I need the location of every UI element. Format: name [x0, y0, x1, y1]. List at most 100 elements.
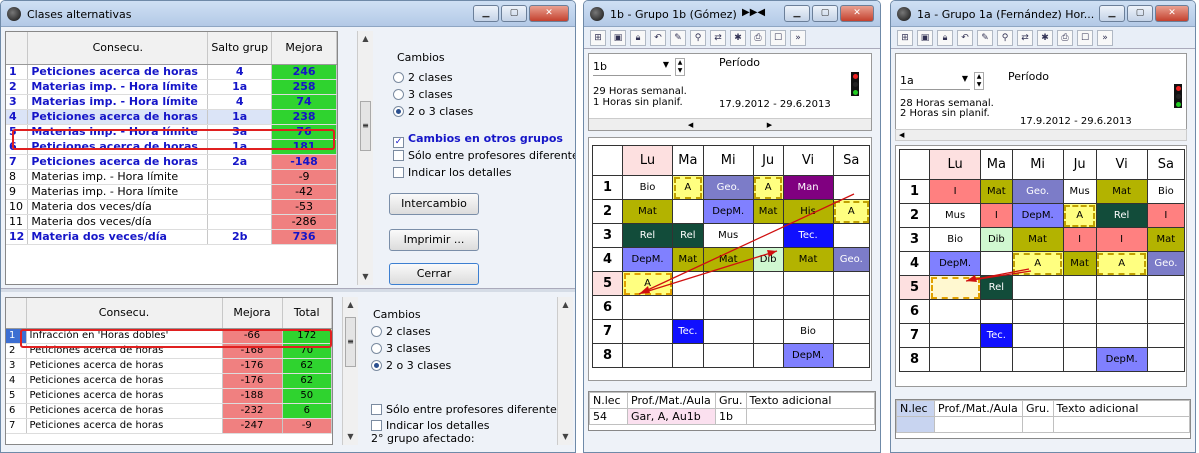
- bottom-list-scrollbar[interactable]: ▲ ≡ ▼: [342, 297, 358, 445]
- lesson-cell[interactable]: [621, 343, 674, 368]
- radio-3-clases-2[interactable]: 3 clases: [371, 342, 431, 355]
- swap-icon[interactable]: ⇄: [710, 29, 726, 46]
- lesson-cell[interactable]: I: [980, 203, 1013, 228]
- chk-solo-profesores-2[interactable]: Sólo entre profesores diferentes: [371, 403, 562, 416]
- lesson-cell[interactable]: [832, 175, 871, 200]
- splitter[interactable]: [1, 288, 575, 292]
- lesson-cell[interactable]: [621, 319, 674, 344]
- lesson-cell[interactable]: [832, 271, 871, 296]
- lesson-cell[interactable]: Geo.: [832, 247, 871, 272]
- swap-icon[interactable]: ⇄: [1017, 29, 1033, 46]
- lesson-cell[interactable]: DepM.: [1095, 347, 1148, 372]
- day-header[interactable]: Mi: [1011, 149, 1064, 180]
- lesson-cell[interactable]: Bio: [782, 319, 834, 344]
- lesson-cell[interactable]: [1095, 323, 1148, 348]
- lesson-cell[interactable]: Mat: [1062, 251, 1097, 276]
- intercambio-button[interactable]: Intercambio: [389, 193, 479, 215]
- lesson-cell[interactable]: [928, 275, 982, 300]
- lesson-cell[interactable]: Geo.: [1146, 251, 1186, 276]
- minimize-button[interactable]: ▁: [1099, 5, 1125, 22]
- day-header[interactable]: Ma: [672, 145, 704, 176]
- lesson-cell[interactable]: [782, 295, 834, 320]
- day-header[interactable]: Vi: [1095, 149, 1148, 180]
- table-row[interactable]: 6 Peticiones acerca de horas -232 6: [6, 403, 332, 419]
- lesson-cell[interactable]: DepM.: [782, 343, 834, 368]
- lesson-cell[interactable]: Mat: [782, 247, 834, 272]
- more-icon[interactable]: »: [1097, 29, 1113, 46]
- table-row[interactable]: 3 Peticiones acerca de horas -176 62: [6, 358, 332, 374]
- table-row[interactable]: 4 Peticiones acerca de horas 1a 238: [6, 109, 337, 125]
- lesson-cell[interactable]: [752, 271, 784, 296]
- grid-icon[interactable]: ⊞: [590, 29, 606, 46]
- lesson-cell[interactable]: His: [782, 199, 834, 224]
- table-row[interactable]: 1 Peticiones acerca de horas 4 246: [6, 64, 337, 80]
- lesson-cell[interactable]: I: [928, 179, 982, 204]
- minimize-button[interactable]: ▁: [473, 5, 499, 22]
- lesson-cell[interactable]: A: [1011, 251, 1064, 276]
- radio-2o3-clases[interactable]: 2 o 3 clases: [393, 105, 473, 118]
- lesson-cell[interactable]: [1062, 347, 1097, 372]
- minimize-button[interactable]: ▁: [784, 5, 810, 22]
- radio-2-clases[interactable]: 2 clases: [393, 71, 453, 84]
- lesson-cell[interactable]: [702, 343, 754, 368]
- lesson-cell[interactable]: [1011, 347, 1064, 372]
- chk-indicar-detalles[interactable]: Indicar los detalles: [393, 166, 512, 179]
- cerrar-button[interactable]: Cerrar: [389, 263, 479, 285]
- lesson-cell[interactable]: Mat: [621, 199, 674, 224]
- table-row[interactable]: 12 Materia dos veces/día 2b 736: [6, 229, 337, 245]
- lesson-cell[interactable]: Rel: [621, 223, 674, 248]
- day-header[interactable]: Sa: [1146, 149, 1186, 180]
- print-icon[interactable]: ⎙: [1057, 29, 1073, 46]
- lesson-cell[interactable]: [702, 319, 754, 344]
- lesson-number[interactable]: [896, 416, 935, 433]
- lesson-cell[interactable]: A: [1062, 203, 1097, 228]
- lesson-cell[interactable]: Mat: [752, 199, 784, 224]
- lesson-prof[interactable]: Gar, A, Au1b: [627, 408, 716, 425]
- table-row[interactable]: 7 Peticiones acerca de horas -247 -9: [6, 418, 332, 434]
- settings-icon[interactable]: ✱: [1037, 29, 1053, 46]
- lesson-cell[interactable]: [1146, 275, 1186, 300]
- lesson-cell[interactable]: [832, 319, 871, 344]
- lesson-cell[interactable]: Rel: [672, 223, 704, 248]
- col-mejora[interactable]: Mejora: [222, 298, 283, 329]
- lesson-group[interactable]: [1022, 416, 1054, 433]
- lesson-cell[interactable]: [1146, 299, 1186, 324]
- header-scrollbar[interactable]: ◀: [895, 129, 1187, 141]
- lesson-cell[interactable]: [832, 295, 871, 320]
- save-icon[interactable]: ▣: [610, 29, 626, 46]
- day-header[interactable]: Ma: [980, 149, 1013, 180]
- close-window-button[interactable]: ✕: [529, 5, 569, 22]
- preview-icon[interactable]: ☐: [770, 29, 786, 46]
- lesson-cell[interactable]: I: [1062, 227, 1097, 252]
- lesson-cell[interactable]: Bio: [928, 227, 982, 252]
- lesson-cell[interactable]: DepM.: [928, 251, 982, 276]
- lesson-cell[interactable]: [1062, 323, 1097, 348]
- lesson-cell[interactable]: Geo.: [702, 175, 754, 200]
- lesson-cell[interactable]: Tec.: [980, 323, 1013, 348]
- lesson-number[interactable]: 54: [589, 408, 628, 425]
- lesson-cell[interactable]: [672, 271, 704, 296]
- top-list-scrollbar[interactable]: ▲ ≡ ▼: [357, 31, 373, 285]
- table-row[interactable]: 2 Materias imp. - Hora límite 1a 258: [6, 79, 337, 95]
- day-header[interactable]: Mi: [702, 145, 754, 176]
- lesson-group[interactable]: 1b: [715, 408, 747, 425]
- grid-icon[interactable]: ⊞: [897, 29, 913, 46]
- day-header[interactable]: Sa: [832, 145, 871, 176]
- chk-cambios-otros-grupos[interactable]: ✓ Cambios en otros grupos: [393, 132, 563, 148]
- day-header[interactable]: Vi: [782, 145, 834, 176]
- lesson-cell[interactable]: [702, 295, 754, 320]
- lesson-cell[interactable]: [1095, 275, 1148, 300]
- lesson-text[interactable]: [1052, 416, 1191, 433]
- col-mejora[interactable]: Mejora: [271, 32, 337, 65]
- lesson-cell[interactable]: Rel: [1095, 203, 1148, 228]
- lesson-cell[interactable]: Tec.: [672, 319, 704, 344]
- lesson-cell[interactable]: [672, 295, 704, 320]
- lesson-cell[interactable]: A: [1095, 251, 1148, 276]
- table-row[interactable]: 10 Materia dos veces/día -53: [6, 199, 337, 215]
- edit-icon[interactable]: ✎: [977, 29, 993, 46]
- lesson-cell[interactable]: [1011, 323, 1064, 348]
- class-select[interactable]: 1a ▼: [900, 74, 970, 90]
- lesson-cell[interactable]: [832, 223, 871, 248]
- options-scrollbar[interactable]: ▲ ▼: [557, 297, 573, 445]
- preview-icon[interactable]: ☐: [1077, 29, 1093, 46]
